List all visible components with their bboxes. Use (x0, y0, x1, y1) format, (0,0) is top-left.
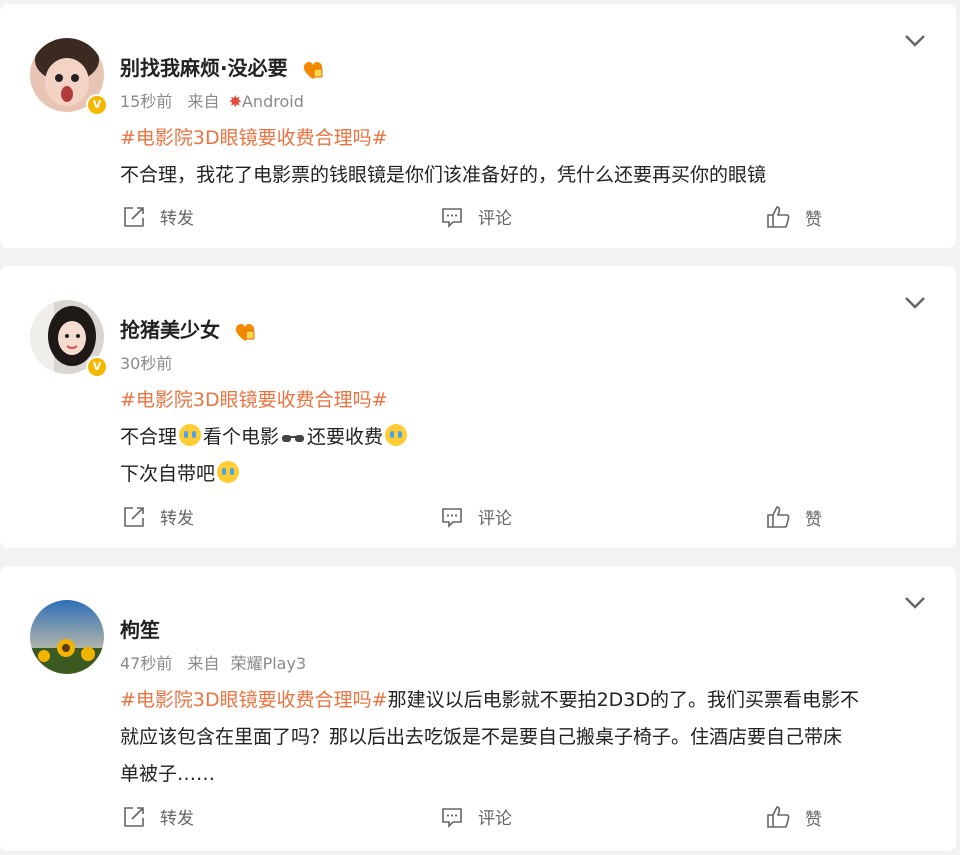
hashtag-link[interactable]: #电影院3D眼镜要收费合理吗# (120, 120, 916, 157)
like-button[interactable]: 赞 (765, 804, 822, 830)
crying-emoji-icon (179, 424, 202, 446)
verified-badge: V (86, 356, 108, 378)
post-text: 看个电影 (203, 426, 280, 448)
comment-button[interactable]: 评论 (440, 204, 512, 229)
like-button[interactable]: 赞 (765, 204, 822, 230)
post-content: #电影院3D眼镜要收费合理吗# 不合理 看个电影 还要收费 下次自带吧 (120, 382, 916, 493)
comment-label: 评论 (478, 509, 512, 529)
sunglasses-emoji-icon (282, 435, 305, 442)
post-text: 那建议以后电影就不要拍2D3D的了。我们买票看电影不 (387, 689, 860, 711)
thumbs-up-icon (767, 506, 790, 528)
comment-icon (442, 207, 462, 228)
repost-button[interactable]: 转发 (122, 204, 194, 229)
post-text: 就应该包含在里面了吗？那以后出去吃饭是不是要自己搬桌子椅子。住酒店要自己带床 (120, 726, 843, 748)
post-card: 枸笙 47秒前 来自 荣耀Play3 #电影院3D眼镜要收费合理吗#那建议以后电… (0, 566, 956, 851)
thumbs-up-icon (767, 806, 790, 828)
username[interactable]: 枸笙 (120, 614, 160, 643)
source-prefix: 来自 (187, 92, 220, 111)
source-icon: ✸ (228, 92, 242, 111)
like-label: 赞 (805, 809, 822, 830)
source-prefix: 来自 (187, 654, 220, 673)
chevron-down-icon[interactable] (904, 596, 926, 610)
post-content: #电影院3D眼镜要收费合理吗#那建议以后电影就不要拍2D3D的了。我们买票看电影… (120, 682, 916, 793)
post-meta: 47秒前 来自 荣耀Play3 (120, 650, 316, 674)
avatar[interactable] (30, 600, 104, 674)
post-text-line: 下次自带吧 (120, 456, 916, 493)
post-meta: 30秒前 (120, 350, 182, 374)
username-text[interactable]: 别找我麻烦·没必要 (120, 56, 288, 80)
username-text[interactable]: 抢猪美少女 (120, 318, 220, 342)
thumbs-up-icon (767, 206, 790, 228)
comment-label: 评论 (478, 209, 512, 229)
repost-button[interactable]: 转发 (122, 804, 194, 829)
post-text: 还要收费 (307, 426, 384, 448)
verified-badge: V (86, 94, 108, 116)
post-text-line: 不合理 看个电影 还要收费 (120, 419, 916, 456)
vip-heart-icon (235, 323, 255, 341)
chevron-down-icon[interactable] (904, 34, 926, 48)
post-time: 30秒前 (120, 354, 173, 373)
like-button[interactable]: 赞 (765, 504, 822, 530)
username[interactable]: 抢猪美少女 (120, 314, 257, 343)
post-text-line: #电影院3D眼镜要收费合理吗#那建议以后电影就不要拍2D3D的了。我们买票看电影… (120, 682, 916, 719)
post-text: 单被子…… (120, 763, 216, 785)
like-label: 赞 (805, 209, 822, 230)
post-content: #电影院3D眼镜要收费合理吗# 不合理，我花了电影票的钱眼镜是你们该准备好的，凭… (120, 120, 916, 194)
repost-icon (124, 506, 144, 527)
vip-heart-icon (303, 61, 323, 79)
comment-icon (442, 807, 462, 828)
post-card: V 抢猪美少女 30秒前 #电影院3D眼镜要收费合理吗# 不合理 看个电影 还要收费… (0, 266, 956, 548)
hashtag-link[interactable]: #电影院3D眼镜要收费合理吗# (120, 689, 388, 711)
comment-icon (442, 507, 462, 528)
repost-label: 转发 (160, 209, 194, 229)
post-text: 下次自带吧 (120, 463, 216, 485)
post-time: 15秒前 (120, 92, 173, 111)
chevron-down-icon[interactable] (904, 296, 926, 310)
crying-emoji-icon (217, 461, 240, 483)
source-name[interactable]: Android (242, 92, 304, 111)
repost-label: 转发 (160, 509, 194, 529)
post-text: 不合理 (120, 426, 178, 448)
comment-label: 评论 (478, 809, 512, 829)
username-text[interactable]: 枸笙 (120, 618, 160, 642)
repost-button[interactable]: 转发 (122, 504, 194, 529)
crying-emoji-icon (385, 424, 408, 446)
comment-button[interactable]: 评论 (440, 804, 512, 829)
like-label: 赞 (805, 509, 822, 530)
repost-icon (124, 206, 144, 227)
post-meta: 15秒前 来自 ✸Android (120, 88, 314, 112)
post-text: 不合理，我花了电影票的钱眼镜是你们该准备好的，凭什么还要再买你的眼镜 (120, 164, 767, 186)
repost-label: 转发 (160, 809, 194, 829)
post-card: V 别找我麻烦·没必要 15秒前 来自 ✸Android #电影院3D眼镜要收费… (0, 4, 956, 248)
hashtag-link[interactable]: #电影院3D眼镜要收费合理吗# (120, 382, 916, 419)
repost-icon (124, 806, 144, 827)
source-name[interactable]: 荣耀Play3 (231, 654, 307, 673)
username[interactable]: 别找我麻烦·没必要 (120, 52, 325, 81)
post-time: 47秒前 (120, 654, 173, 673)
comment-button[interactable]: 评论 (440, 504, 512, 529)
